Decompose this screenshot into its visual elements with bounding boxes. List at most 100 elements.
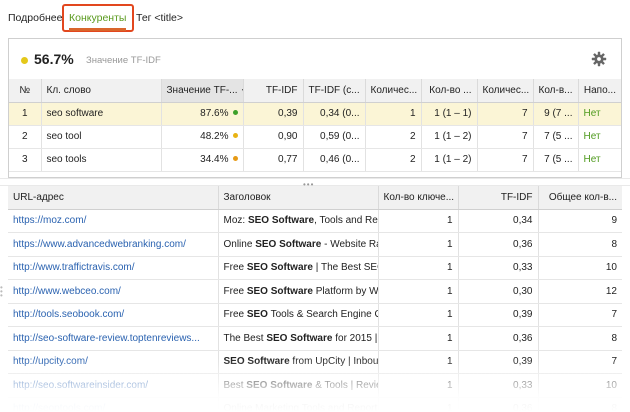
col-header-count-4[interactable]: Кол-в... bbox=[533, 79, 579, 103]
url-row[interactable]: http://seo-software-review.toptenreviews… bbox=[8, 326, 622, 351]
tab-details[interactable]: Подробнее bbox=[8, 12, 62, 24]
competitor-url-link[interactable]: http://seo.softwareinsider.com/ bbox=[8, 373, 219, 398]
page-title-cell: Free SEO Tools & Search Engine O bbox=[218, 303, 379, 327]
url-row[interactable]: http://tools.seobook.com/Free SEO Tools … bbox=[8, 303, 622, 327]
tab-competitors[interactable]: Конкуренты bbox=[69, 12, 126, 24]
url-row[interactable]: https://moz.com/Moz: SEO Software, Tools… bbox=[8, 209, 622, 233]
page-title-cell: Free SEO Software | The Best SEO bbox=[218, 256, 379, 280]
url-row[interactable]: http://seoptools.com/Online Marketing To… bbox=[8, 397, 622, 412]
title-text-suffix: for 2015 | bbox=[332, 332, 378, 344]
url-tfidf: 0,33 bbox=[458, 373, 539, 398]
col-header-total-count[interactable]: Общее кол-в... bbox=[538, 186, 622, 210]
count-1: 2 bbox=[365, 148, 422, 172]
title-text-suffix: - Website Ra bbox=[321, 238, 378, 250]
title-text-suffix: , Tools and Re bbox=[314, 215, 378, 227]
page-title-cell: Online SEO Software - Website Ra bbox=[218, 232, 379, 257]
tfidf-value: 48.2% bbox=[200, 131, 229, 142]
col-header-tfidf-value[interactable]: Значение TF-...▼ bbox=[161, 79, 244, 103]
url-row[interactable]: http://www.webceo.com/Free SEO Software … bbox=[8, 279, 622, 304]
tfidf-summary: 56.7% Значение TF-IDF bbox=[9, 39, 621, 79]
tfidf-summary-value: 56.7% bbox=[34, 51, 74, 67]
col-header-count-1[interactable]: Количес... bbox=[365, 79, 422, 103]
col-header-tfidf-range[interactable]: TF-IDF (с... bbox=[303, 79, 366, 103]
col-header-count-2[interactable]: Кол-во ... bbox=[421, 79, 478, 103]
url-tfidf: 0,39 bbox=[458, 350, 539, 374]
active-tab-underline bbox=[69, 28, 126, 31]
col-header-title[interactable]: Заголовок bbox=[218, 186, 379, 210]
keyword-row[interactable]: 2 seo tool 48.2% 0,90 0,59 (0... 2 1 (1 … bbox=[9, 125, 621, 149]
tfidf-summary-label: Значение TF-IDF bbox=[86, 55, 161, 66]
competitor-url-link[interactable]: https://moz.com/ bbox=[8, 209, 219, 233]
keyword-count: 1 bbox=[378, 350, 459, 374]
keyword-count: 1 bbox=[378, 209, 459, 233]
keyword-count: 1 bbox=[378, 232, 459, 257]
count-2: 1 (1 – 2) bbox=[421, 125, 478, 149]
page-title-cell: Best SEO Software & Tools | Revie bbox=[218, 373, 379, 398]
title-text-prefix: Online Marketing Tools and Report bbox=[223, 403, 378, 412]
url-row[interactable]: http://upcity.com/SEO Software from UpCi… bbox=[8, 350, 622, 374]
title-text-prefix: Free bbox=[223, 262, 247, 274]
fill-value: Нет bbox=[578, 148, 621, 172]
total-count: 8 bbox=[538, 326, 622, 351]
tfidf-value-cell: 48.2% bbox=[161, 125, 244, 149]
col-header-count-3[interactable]: Количес... bbox=[477, 79, 534, 103]
col-header-tfidf-value-label: Значение TF-... bbox=[166, 84, 238, 96]
competitor-url-link[interactable]: http://seo-software-review.toptenreviews… bbox=[8, 326, 219, 351]
col-header-keyword[interactable]: Кл. слово bbox=[41, 79, 162, 103]
page-title-cell: Moz: SEO Software, Tools and Re bbox=[218, 209, 379, 233]
tfidf: 0,90 bbox=[243, 125, 304, 149]
title-text-prefix: The Best bbox=[223, 332, 267, 344]
panel-splitter[interactable]: ••• bbox=[0, 178, 630, 189]
tab-title-tag[interactable]: Тег <title> bbox=[136, 12, 183, 24]
tfidf-value-cell: 34.4% bbox=[161, 148, 244, 172]
url-tfidf: 0,34 bbox=[458, 209, 539, 233]
keyword-count: 1 bbox=[378, 326, 459, 351]
competitor-url-link[interactable]: http://www.webceo.com/ bbox=[8, 279, 219, 304]
keyword-row[interactable]: 1 seo software 87.6% 0,39 0,34 (0... 1 1… bbox=[9, 102, 621, 126]
title-text-suffix: from UpCity | Inbou bbox=[289, 356, 378, 368]
count-3: 7 bbox=[477, 148, 534, 172]
total-count: 12 bbox=[538, 279, 622, 304]
col-header-keyword-count[interactable]: Кол-во ключе... bbox=[378, 186, 459, 210]
competitor-url-link[interactable]: http://tools.seobook.com/ bbox=[8, 303, 219, 327]
fill-value: Нет bbox=[578, 125, 621, 149]
title-text-keyword: SEO Software bbox=[246, 379, 313, 391]
url-row[interactable]: http://seo.softwareinsider.com/Best SEO … bbox=[8, 373, 622, 398]
row-number: 2 bbox=[9, 125, 42, 149]
status-dot-icon bbox=[21, 57, 28, 64]
gear-icon[interactable] bbox=[591, 51, 607, 67]
url-row[interactable]: http://www.traffictravis.com/Free SEO So… bbox=[8, 256, 622, 280]
title-text-suffix: | The Best SEO bbox=[312, 262, 378, 274]
count-4: 7 (5 ... bbox=[533, 125, 579, 149]
side-drag-grip-icon[interactable]: • • • bbox=[0, 284, 3, 300]
col-header-tfidf[interactable]: TF-IDF bbox=[243, 79, 304, 103]
total-count: 7 bbox=[538, 350, 622, 374]
url-row[interactable]: https://www.advancedwebranking.com/Onlin… bbox=[8, 232, 622, 257]
tfidf-range: 0,59 (0... bbox=[303, 125, 366, 149]
total-count: 8 bbox=[538, 397, 622, 412]
total-count: 10 bbox=[538, 373, 622, 398]
title-text-suffix: & Tools | Revie bbox=[312, 379, 378, 391]
keyword-count: 1 bbox=[378, 303, 459, 327]
competitor-url-link[interactable]: http://upcity.com/ bbox=[8, 350, 219, 374]
title-text-prefix: Online bbox=[223, 238, 256, 250]
keyword-row[interactable]: 3 seo tools 34.4% 0,77 0,46 (0... 2 1 (1… bbox=[9, 148, 621, 172]
tfidf: 0,39 bbox=[243, 102, 304, 126]
col-header-url-tfidf[interactable]: TF-IDF bbox=[458, 186, 539, 210]
title-text-keyword: SEO bbox=[246, 309, 268, 321]
tab-bar: Подробнее Конкуренты Тег <title> bbox=[0, 0, 630, 36]
competitor-url-link[interactable]: http://seoptools.com/ bbox=[8, 397, 219, 412]
count-4: 7 (5 ... bbox=[533, 148, 579, 172]
competitor-url-link[interactable]: https://www.advancedwebranking.com/ bbox=[8, 232, 219, 257]
col-header-url[interactable]: URL-адрес bbox=[8, 186, 219, 210]
url-tfidf: 0,39 bbox=[458, 303, 539, 327]
competitor-url-link[interactable]: http://www.traffictravis.com/ bbox=[8, 256, 219, 280]
tfidf-range: 0,46 (0... bbox=[303, 148, 366, 172]
status-dot-icon bbox=[232, 133, 238, 138]
keyword: seo tools bbox=[41, 148, 162, 172]
status-dot-icon bbox=[232, 156, 238, 161]
col-header-number[interactable]: № bbox=[9, 79, 42, 103]
count-4: 9 (7 ... bbox=[533, 102, 579, 126]
keyword-count: 1 bbox=[378, 256, 459, 280]
col-header-fill[interactable]: Напо... bbox=[578, 79, 621, 103]
